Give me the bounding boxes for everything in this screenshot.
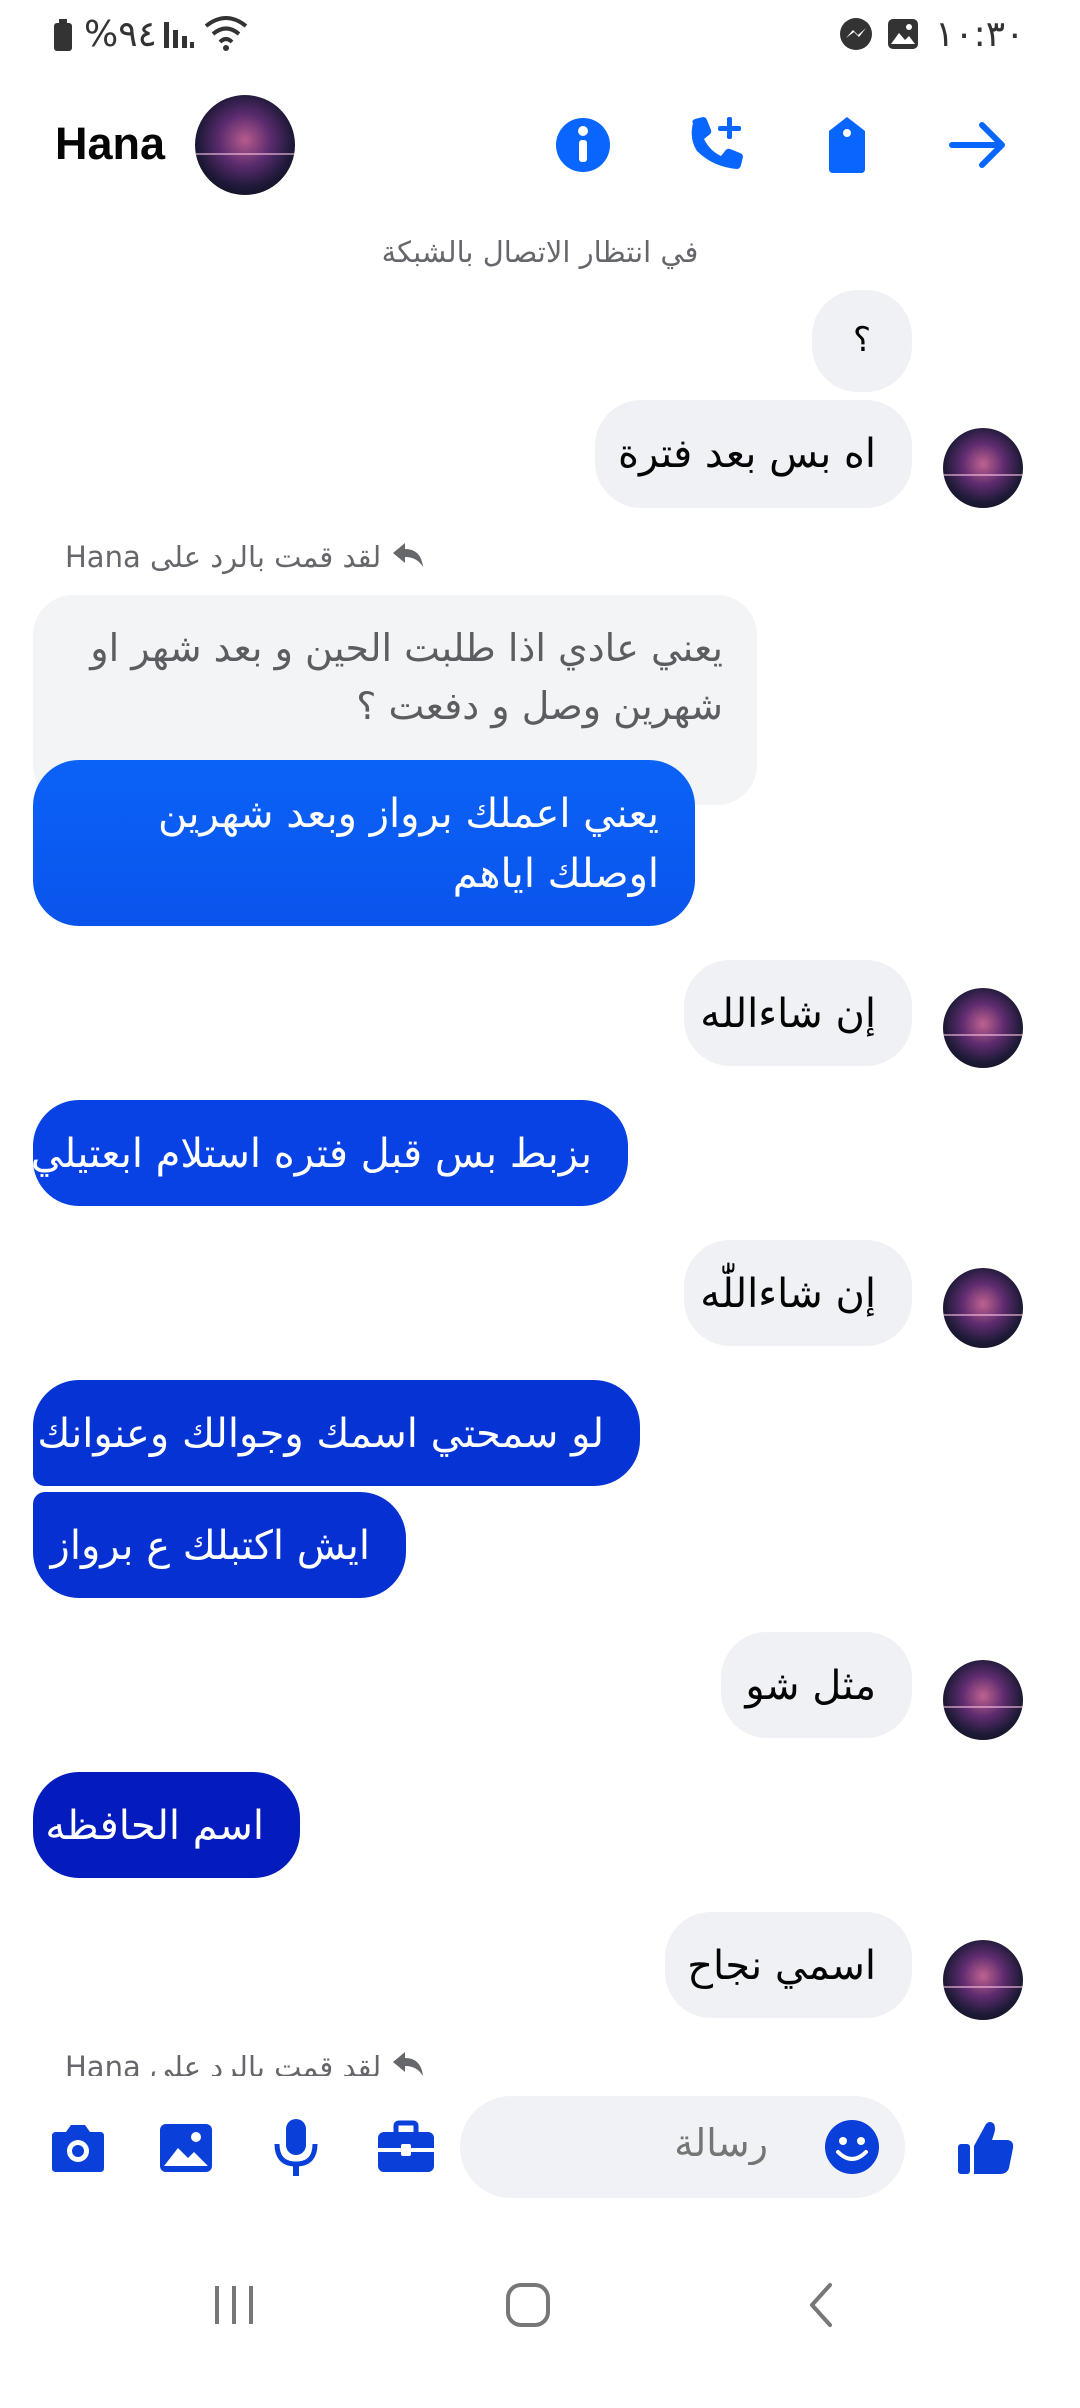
like-thumbs-up-icon[interactable] [948,2110,1024,2186]
contact-avatar-small [943,428,1023,508]
incoming-message[interactable]: اسمي نجاح [665,1912,912,2018]
add-call-icon[interactable] [675,105,755,185]
info-icon[interactable] [543,105,623,185]
contact-avatar-small [943,1660,1023,1740]
recent-apps-icon[interactable] [194,2265,274,2345]
signal-icon [160,16,196,56]
incoming-message[interactable]: إن شاءالله [684,960,912,1066]
tag-icon[interactable] [807,105,887,185]
message-input[interactable] [516,2120,770,2166]
contact-name[interactable]: Hana [55,118,165,170]
outgoing-message[interactable]: بزبط بس قبل فتره استلام ابعتيلي [31,1100,628,1206]
forward-arrow-icon[interactable] [938,105,1018,185]
messenger-notification-icon [838,16,874,56]
contact-avatar-small [943,988,1023,1068]
outgoing-message[interactable]: لو سمحتي اسمك وجوالك وعنوانك [33,1380,640,1486]
gallery-icon[interactable] [148,2110,224,2186]
wifi-icon [203,14,249,58]
battery-percentage: %٩٤ [84,14,157,55]
incoming-message[interactable]: إن شاءاللّٰه [684,1240,912,1346]
outgoing-message[interactable]: يعني اعملك برواز وبعد شهرين اوصلك اياهم [33,760,695,926]
outgoing-message[interactable]: ايش اكتبلك ع برواز [33,1492,406,1598]
contact-avatar-small [943,1940,1023,2020]
outgoing-message[interactable]: اسم الحافظه [33,1772,300,1878]
reply-arrow-icon [391,541,425,573]
message-composer[interactable] [460,2096,905,2198]
home-icon[interactable] [488,2265,568,2345]
incoming-message[interactable]: مثل شو [721,1632,912,1738]
gallery-notification-icon [885,16,921,56]
contact-avatar-small [943,1268,1023,1348]
emoji-icon[interactable] [823,2118,881,2180]
contact-avatar[interactable] [195,95,295,195]
back-icon[interactable] [782,2265,862,2345]
reply-arrow-icon [391,2050,425,2076]
incoming-message[interactable]: ؟ [812,290,912,392]
battery-icon [52,18,82,54]
connection-status: في انتظار الاتصال بالشبكة [381,235,699,269]
incoming-message[interactable]: اه بس بعد فترة [595,400,912,508]
microphone-icon[interactable] [258,2110,334,2186]
reply-note: لقد قمت بالرد على Hana [65,2050,425,2076]
camera-icon[interactable] [40,2110,116,2186]
briefcase-icon[interactable] [368,2110,444,2186]
clock: ١٠:٣٠ [935,14,1025,55]
reply-note: لقد قمت بالرد على Hana [65,540,425,574]
